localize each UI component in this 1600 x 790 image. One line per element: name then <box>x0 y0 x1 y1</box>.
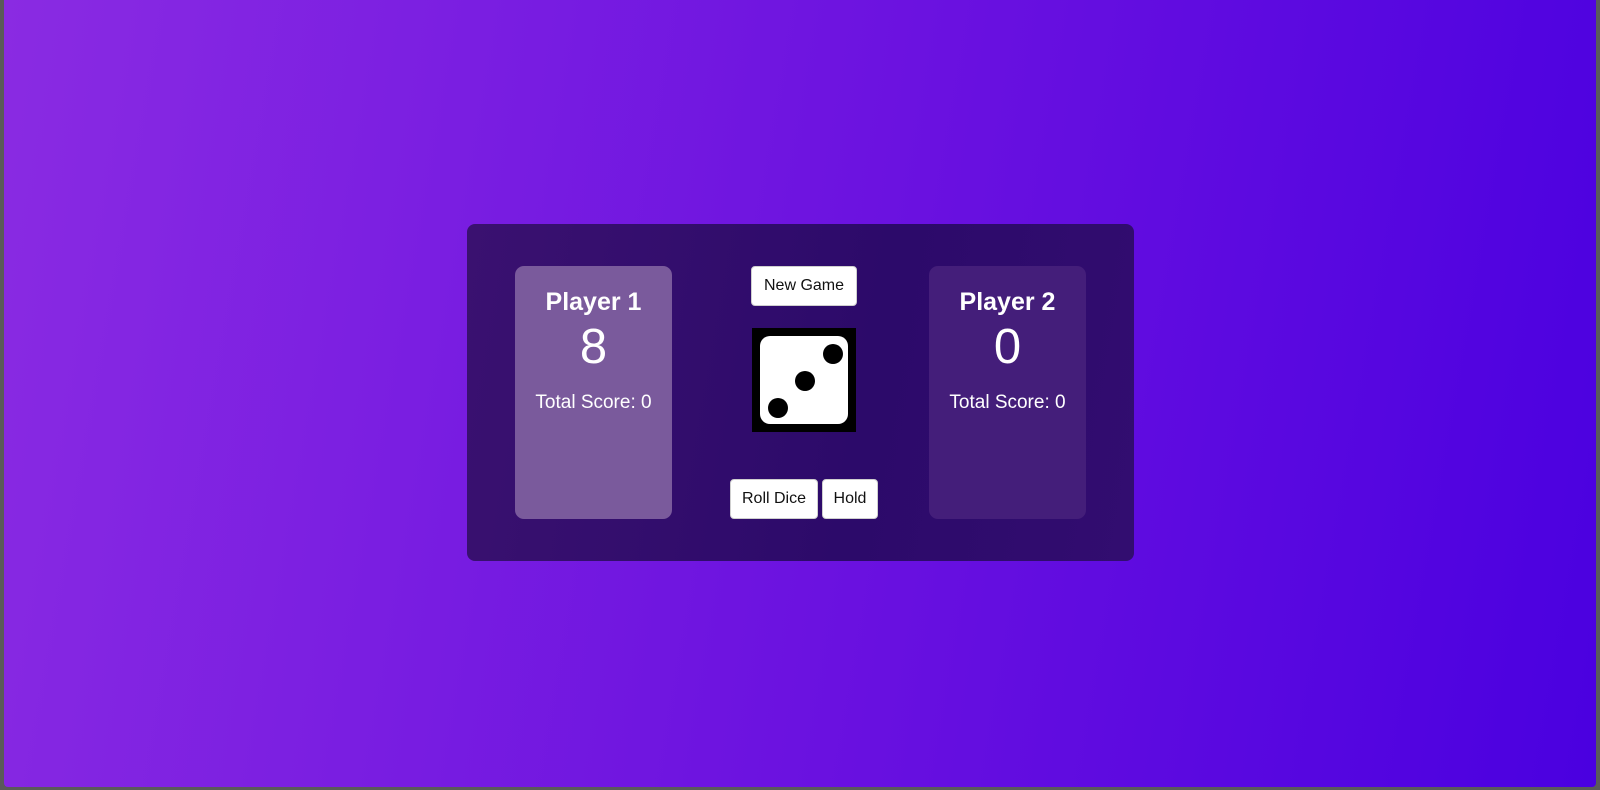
dice-pip <box>795 371 815 391</box>
game-board: Player 1 8 Total Score: 0 New Game Roll … <box>467 224 1134 561</box>
player-1-total-score: Total Score: 0 <box>535 392 652 413</box>
dice-three-icon <box>752 328 856 432</box>
dice-face <box>760 336 848 424</box>
new-game-button[interactable]: New Game <box>751 266 857 306</box>
roll-dice-button[interactable]: Roll Dice <box>730 479 818 519</box>
player-2-current-score: 0 <box>993 320 1022 374</box>
player-1-panel: Player 1 8 Total Score: 0 <box>515 266 672 519</box>
dice-pip <box>768 398 788 418</box>
player-2-name: Player 2 <box>959 288 1056 316</box>
player-2-total-score: Total Score: 0 <box>949 392 1066 413</box>
player-2-panel: Player 2 0 Total Score: 0 <box>929 266 1086 519</box>
player-1-name: Player 1 <box>545 288 642 316</box>
hold-button[interactable]: Hold <box>822 479 878 519</box>
player-1-current-score: 8 <box>579 320 608 374</box>
dice-pip <box>823 344 843 364</box>
game-viewport: Player 1 8 Total Score: 0 New Game Roll … <box>4 0 1596 787</box>
